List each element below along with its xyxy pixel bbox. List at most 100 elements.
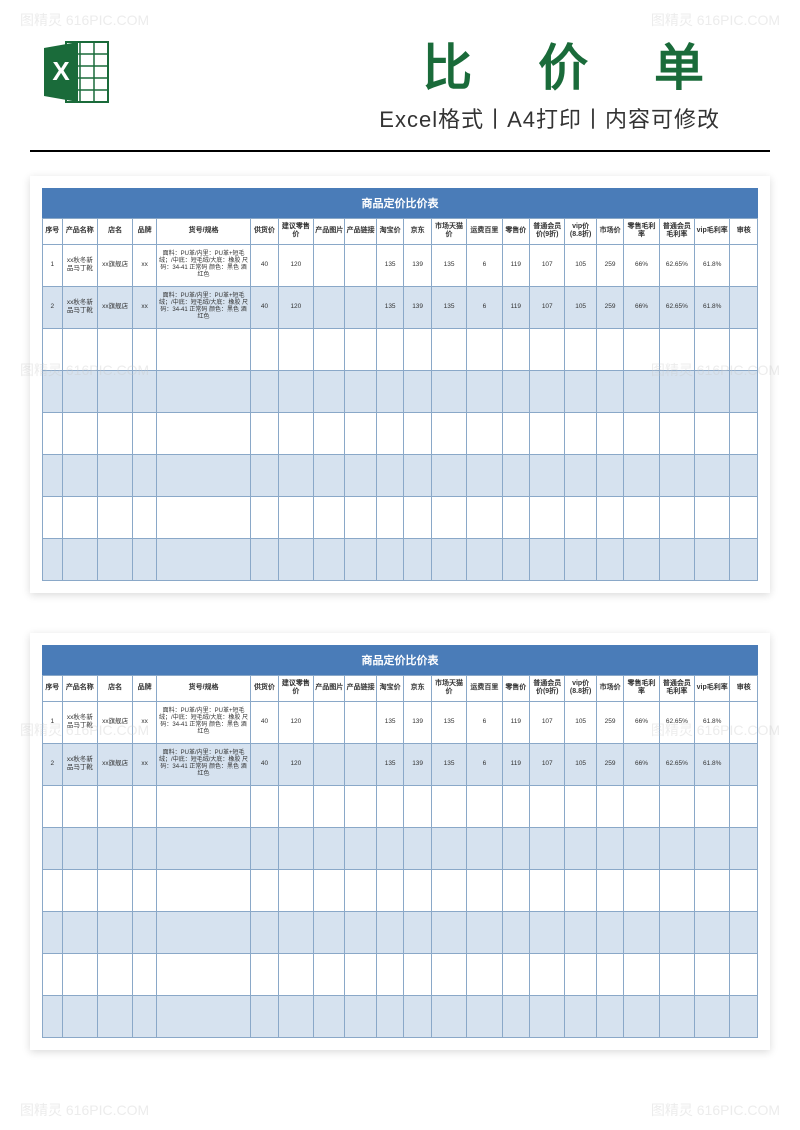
cell-empty	[404, 328, 431, 370]
cell-img	[314, 286, 345, 328]
cell-link	[345, 743, 376, 785]
cell-empty	[156, 911, 250, 953]
cell-empty	[695, 785, 730, 827]
cell-seq: 1	[43, 701, 63, 743]
cell-market: 259	[596, 743, 623, 785]
cell-empty	[43, 911, 63, 953]
cell-empty	[314, 911, 345, 953]
cell-empty	[43, 370, 63, 412]
column-header: 普通会员毛利率	[659, 675, 694, 701]
cell-empty	[467, 911, 502, 953]
cell-empty	[596, 370, 623, 412]
cell-empty	[502, 827, 529, 869]
cell-empty	[98, 496, 133, 538]
cell-empty	[278, 827, 313, 869]
cell-empty	[659, 785, 694, 827]
cell-spec: 面料：PU革/内里：PU革+短毛绒；/中底：短毛绒/大底：橡胶 尺码：34-41…	[156, 743, 250, 785]
cell-empty	[98, 827, 133, 869]
cell-vip: 105	[565, 286, 596, 328]
cell-empty	[278, 412, 313, 454]
column-header: 产品名称	[62, 675, 97, 701]
cell-empty	[251, 538, 278, 580]
cell-supply: 40	[251, 743, 278, 785]
cell-supply: 40	[251, 286, 278, 328]
cell-empty	[730, 911, 758, 953]
column-header: 品牌	[133, 675, 157, 701]
cell-name: xx秋冬新品马丁靴	[62, 286, 97, 328]
column-header: 产品图片	[314, 219, 345, 245]
cell-empty	[345, 995, 376, 1037]
cell-empty	[345, 328, 376, 370]
cell-shop: xx旗舰店	[98, 286, 133, 328]
cell-empty	[314, 496, 345, 538]
cell-empty	[565, 370, 596, 412]
watermark: 图精灵 616PIC.COM	[651, 1100, 780, 1120]
cell-empty	[62, 785, 97, 827]
cell-vip: 105	[565, 743, 596, 785]
cell-empty	[43, 454, 63, 496]
cell-empty	[530, 496, 565, 538]
column-header: 供货价	[251, 675, 278, 701]
cell-empty	[502, 953, 529, 995]
cell-empty	[565, 412, 596, 454]
cell-taobao: 135	[376, 701, 403, 743]
cell-empty	[565, 328, 596, 370]
cell-empty	[467, 454, 502, 496]
cell-empty	[624, 827, 659, 869]
cell-shop: xx旗舰店	[98, 743, 133, 785]
cell-empty	[314, 953, 345, 995]
cell-empty	[565, 995, 596, 1037]
cell-empty	[596, 328, 623, 370]
cell-empty	[251, 953, 278, 995]
cell-empty	[43, 869, 63, 911]
column-header: 普通会员价(9折)	[530, 675, 565, 701]
cell-empty	[659, 538, 694, 580]
cell-empty	[404, 995, 431, 1037]
cell-empty	[133, 538, 157, 580]
cell-memberrate: 62.65%	[659, 701, 694, 743]
cell-empty	[376, 827, 403, 869]
cell-empty	[530, 953, 565, 995]
cell-empty	[565, 911, 596, 953]
column-header: 零售毛利率	[624, 675, 659, 701]
cell-empty	[133, 995, 157, 1037]
cell-memberrate: 62.65%	[659, 743, 694, 785]
column-header: 普通会员毛利率	[659, 219, 694, 245]
cell-empty	[730, 953, 758, 995]
cell-empty	[530, 370, 565, 412]
sheet-preview-2: 商品定价比价表序号产品名称店名品牌货号/规格供货价建议零售价产品图片产品链接淘宝…	[30, 633, 770, 1050]
cell-empty	[502, 911, 529, 953]
cell-memberrate: 62.65%	[659, 244, 694, 286]
cell-empty	[376, 911, 403, 953]
cell-empty	[278, 995, 313, 1037]
cell-empty	[730, 454, 758, 496]
cell-empty	[156, 953, 250, 995]
column-header: 运费百里	[467, 219, 502, 245]
cell-empty	[467, 496, 502, 538]
cell-empty	[156, 412, 250, 454]
cell-empty	[530, 328, 565, 370]
cell-retailrate: 66%	[624, 244, 659, 286]
cell-empty	[404, 827, 431, 869]
cell-empty	[376, 953, 403, 995]
column-header: 序号	[43, 219, 63, 245]
cell-empty	[431, 538, 466, 580]
cell-empty	[251, 869, 278, 911]
cell-empty	[62, 328, 97, 370]
cell-empty	[251, 454, 278, 496]
cell-empty	[43, 412, 63, 454]
cell-empty	[502, 785, 529, 827]
cell-empty	[98, 785, 133, 827]
cell-empty	[98, 412, 133, 454]
cell-empty	[565, 454, 596, 496]
cell-retail: 119	[502, 743, 529, 785]
cell-viprate: 61.8%	[695, 286, 730, 328]
sheet-title: 商品定价比价表	[42, 188, 758, 218]
cell-empty	[376, 869, 403, 911]
cell-empty	[596, 538, 623, 580]
column-header: 店名	[98, 675, 133, 701]
cell-empty	[624, 412, 659, 454]
cell-viprate: 61.8%	[695, 743, 730, 785]
table-row-empty	[43, 412, 758, 454]
cell-empty	[624, 496, 659, 538]
